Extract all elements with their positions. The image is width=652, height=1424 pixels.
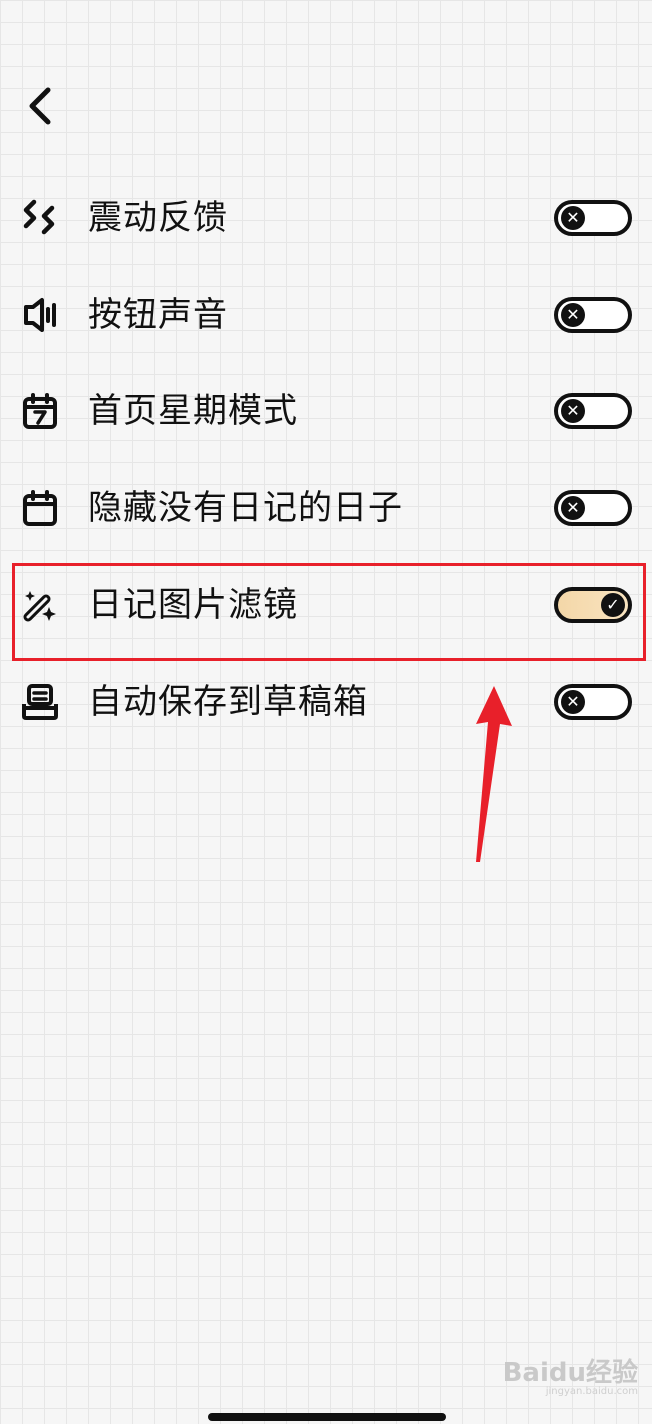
speaker-icon: [16, 291, 64, 339]
setting-row-vibration: 震动反馈 ✕: [0, 170, 652, 266]
hide-empty-days-toggle[interactable]: ✕: [554, 490, 632, 526]
setting-row-hide-empty-days: 隐藏没有日记的日子 ✕: [0, 460, 652, 556]
week-mode-toggle[interactable]: ✕: [554, 393, 632, 429]
toggle-off-icon: ✕: [561, 206, 585, 230]
button-sound-toggle[interactable]: ✕: [554, 297, 632, 333]
setting-row-week-mode: 首页星期模式 ✕: [0, 363, 652, 459]
annotation-arrow-icon: [476, 686, 512, 862]
setting-label: 震动反馈: [88, 198, 228, 238]
watermark-logo: Baidu经验: [502, 1358, 638, 1388]
vibration-toggle[interactable]: ✕: [554, 200, 632, 236]
setting-label: 按钮声音: [88, 295, 228, 335]
setting-row-button-sound: 按钮声音 ✕: [0, 267, 652, 363]
setting-label: 首页星期模式: [88, 391, 298, 431]
calendar-icon: [16, 484, 64, 532]
toggle-off-icon: ✕: [561, 399, 585, 423]
back-button[interactable]: [14, 78, 64, 134]
magic-wand-icon: [16, 581, 64, 629]
vibration-icon: [16, 194, 64, 242]
auto-save-drafts-toggle[interactable]: ✕: [554, 684, 632, 720]
watermark-url: jingyan.baidu.com: [545, 1386, 638, 1397]
setting-label: 日记图片滤镜: [88, 585, 298, 625]
setting-row-image-filter: 日记图片滤镜 ✓: [0, 557, 652, 653]
drafts-tray-icon: [16, 678, 64, 726]
setting-label: 隐藏没有日记的日子: [88, 488, 403, 528]
toggle-on-check-icon: ✓: [601, 593, 625, 617]
toggle-off-icon: ✕: [561, 496, 585, 520]
setting-label: 自动保存到草稿箱: [88, 682, 368, 722]
toggle-off-icon: ✕: [561, 303, 585, 327]
calendar-week-icon: [16, 387, 64, 435]
toggle-off-icon: ✕: [561, 690, 585, 714]
home-indicator: [208, 1413, 446, 1421]
setting-row-auto-save-drafts: 自动保存到草稿箱 ✕: [0, 654, 652, 750]
image-filter-toggle[interactable]: ✓: [554, 587, 632, 623]
chevron-left-icon: [29, 87, 51, 125]
